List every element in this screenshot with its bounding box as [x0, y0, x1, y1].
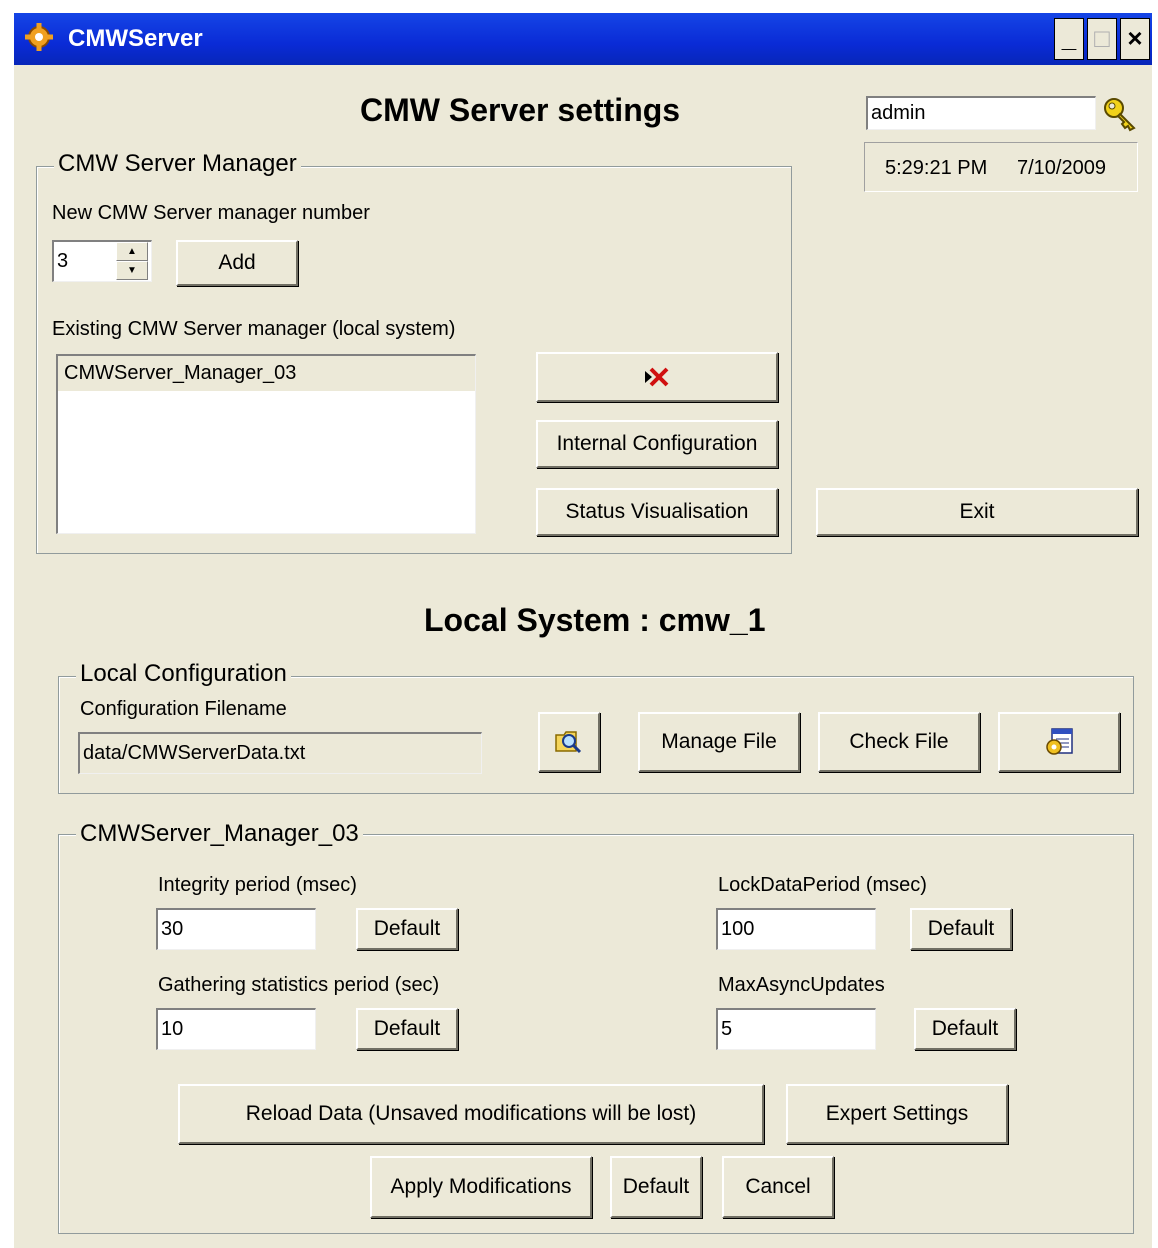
integrity-period-label: Integrity period (msec) — [158, 874, 357, 896]
exit-button[interactable]: Exit — [816, 488, 1138, 536]
config-filename-field[interactable]: data/CMWServerData.txt — [78, 732, 482, 774]
new-manager-label: New CMW Server manager number — [52, 202, 370, 224]
existing-manager-label: Existing CMW Server manager (local syste… — [52, 318, 456, 340]
browse-file-button[interactable] — [538, 712, 600, 772]
manage-file-button[interactable]: Manage File — [638, 712, 800, 772]
window-title: CMWServer — [68, 25, 203, 52]
time-text: 5:29:21 PM — [885, 157, 988, 179]
config-filename-label: Configuration Filename — [80, 698, 287, 720]
username-field[interactable]: admin — [866, 96, 1096, 130]
apply-modifications-button[interactable]: Apply Modifications — [370, 1156, 592, 1218]
clock-panel: 5:29:21 PM 7/10/2009 — [864, 142, 1138, 192]
stepper-down-arrow-icon[interactable]: ▼ — [116, 261, 148, 280]
reload-data-button[interactable]: Reload Data (Unsaved modifications will … — [178, 1084, 764, 1144]
cancel-button[interactable]: Cancel — [722, 1156, 834, 1218]
gathering-period-label: Gathering statistics period (sec) — [158, 974, 440, 996]
delete-icon — [645, 367, 669, 387]
local-config-legend: Local Configuration — [76, 660, 291, 688]
list-item[interactable]: CMWServer_Manager_03 — [58, 356, 475, 391]
expert-settings-button[interactable]: Expert Settings — [786, 1084, 1008, 1144]
status-visualisation-button[interactable]: Status Visualisation — [536, 488, 778, 536]
key-icon[interactable] — [1102, 96, 1138, 132]
manager-listbox[interactable]: CMWServer_Manager_03 — [56, 354, 476, 534]
maxasync-label: MaxAsyncUpdates — [718, 974, 885, 996]
default-button[interactable]: Default — [610, 1156, 702, 1218]
configure-button[interactable] — [998, 712, 1120, 772]
maxasync-default-button[interactable]: Default — [914, 1008, 1016, 1050]
minimize-button[interactable]: _ — [1054, 18, 1084, 60]
close-button[interactable]: × — [1120, 18, 1150, 60]
integrity-default-button[interactable]: Default — [356, 908, 458, 950]
delete-manager-button[interactable] — [536, 352, 778, 402]
date-text: 7/10/2009 — [1017, 157, 1106, 179]
app-gear-icon — [25, 23, 53, 51]
manager-settings-legend: CMWServer_Manager_03 — [76, 820, 363, 848]
lockdata-period-field[interactable]: 100 — [716, 908, 876, 950]
add-manager-button[interactable]: Add — [176, 240, 298, 286]
internal-configuration-button[interactable]: Internal Configuration — [536, 420, 778, 468]
lockdata-period-label: LockDataPeriod (msec) — [718, 874, 927, 896]
local-system-title: Local System : cmw_1 — [424, 602, 766, 638]
stepper-up-arrow-icon[interactable]: ▲ — [116, 242, 148, 261]
integrity-period-field[interactable]: 30 — [156, 908, 316, 950]
settings-gear-icon — [1046, 728, 1073, 755]
manager-number-value: 3 — [57, 250, 69, 272]
manager-group-legend: CMW Server Manager — [54, 150, 301, 178]
maximize-button[interactable]: □ — [1087, 18, 1117, 60]
check-file-button[interactable]: Check File — [818, 712, 980, 772]
maxasync-field[interactable]: 5 — [716, 1008, 876, 1050]
gathering-period-field[interactable]: 10 — [156, 1008, 316, 1050]
folder-search-icon — [555, 731, 582, 754]
lockdata-default-button[interactable]: Default — [910, 908, 1012, 950]
page-title: CMW Server settings — [360, 92, 681, 128]
gathering-default-button[interactable]: Default — [356, 1008, 458, 1050]
